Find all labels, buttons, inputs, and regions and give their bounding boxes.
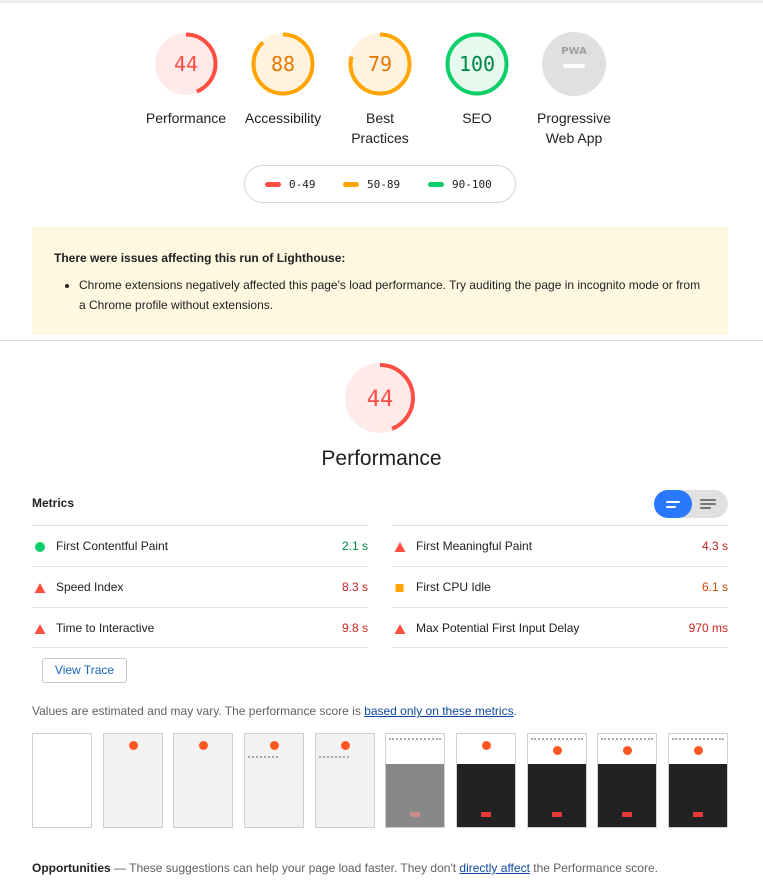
average-square-icon xyxy=(395,584,404,592)
warning-title: There were issues affecting this run of … xyxy=(54,251,346,265)
gauge-score: 79 xyxy=(368,52,392,76)
filmstrip-frame xyxy=(244,733,304,828)
opportunities-header: Opportunities — These suggestions can he… xyxy=(32,861,658,875)
gauge-label: Progressive Web App xyxy=(514,108,634,148)
fail-triangle-icon xyxy=(34,624,46,634)
pass-circle-icon xyxy=(35,542,45,552)
metrics-scoring-link[interactable]: based only on these metrics xyxy=(364,704,513,718)
gauge-pwa[interactable]: PWA Progressive Web App xyxy=(514,31,634,148)
warning-item: Chrome extensions negatively affected th… xyxy=(79,275,706,315)
filmstrip-frame xyxy=(103,733,163,828)
filmstrip-frame xyxy=(173,733,233,828)
metric-name: First Contentful Paint xyxy=(56,539,169,553)
performance-gauge: 44 xyxy=(330,361,430,435)
top-border xyxy=(0,0,763,3)
gauge-label-line: Practices xyxy=(351,130,409,146)
metric-value: 2.1 s xyxy=(341,539,368,553)
metric-max-potential-fid: Max Potential First Input Delay 970 ms xyxy=(392,607,728,648)
legend-swatch xyxy=(265,181,281,187)
gauge-score: 88 xyxy=(271,52,295,76)
score-legend: 0-49 50-89 90-100 xyxy=(244,165,516,203)
gauge-ring: 79 xyxy=(348,32,412,96)
metric-name: Max Potential First Input Delay xyxy=(416,621,580,635)
gauge-ring: 100 xyxy=(445,32,509,96)
metric-first-cpu-idle: First CPU Idle 6.1 s xyxy=(392,566,728,607)
gauge-ring: 88 xyxy=(251,32,315,96)
pwa-badge-icon: PWA xyxy=(542,32,606,96)
legend-range: 90-100 xyxy=(452,178,492,191)
legend-range: 0-49 xyxy=(289,178,316,191)
runtime-warning: There were issues affecting this run of … xyxy=(32,227,728,335)
metrics-heading: Metrics xyxy=(32,496,75,510)
metric-value: 4.3 s xyxy=(701,539,728,553)
gauge-ring: 44 xyxy=(154,32,218,96)
warning-list: Chrome extensions negatively affected th… xyxy=(54,275,706,315)
legend-swatch xyxy=(428,181,444,187)
metric-time-to-interactive: Time to Interactive 9.8 s xyxy=(32,607,368,648)
gauge-label-line: Web App xyxy=(545,130,603,146)
fail-triangle-icon xyxy=(34,583,46,593)
gauge-score: 100 xyxy=(459,52,495,76)
filmstrip-frame xyxy=(315,733,375,828)
note-text: Values are estimated and may vary. The p… xyxy=(32,704,365,718)
filmstrip-frame xyxy=(527,733,587,828)
pwa-badge-text: PWA xyxy=(561,46,587,57)
view-trace-button[interactable]: View Trace xyxy=(42,658,127,683)
legend-range: 50-89 xyxy=(367,178,401,191)
metric-value: 6.1 s xyxy=(701,580,728,594)
legend-item-average: 50-89 xyxy=(343,178,400,192)
legend-item-pass: 90-100 xyxy=(428,178,492,192)
metric-first-contentful-paint: First Contentful Paint 2.1 s xyxy=(32,525,368,566)
metric-speed-index: Speed Index 8.3 s xyxy=(32,566,368,607)
note-end: . xyxy=(513,704,517,718)
performance-title: Performance xyxy=(321,447,442,470)
filmstrip-frame xyxy=(32,733,92,828)
filmstrip-frame xyxy=(597,733,657,828)
gauge-score: 44 xyxy=(174,52,198,76)
section-divider xyxy=(0,340,763,341)
filmstrip-frame xyxy=(385,733,445,828)
metrics-view-toggle[interactable] xyxy=(654,490,728,518)
legend-swatch xyxy=(343,181,359,187)
metric-value: 8.3 s xyxy=(341,580,368,594)
performance-score: 44 xyxy=(367,387,394,412)
metrics-column-right: First Meaningful Paint 4.3 s First CPU I… xyxy=(392,525,728,648)
fail-triangle-icon xyxy=(394,542,406,552)
metrics-column-left: First Contentful Paint 2.1 s Speed Index… xyxy=(32,525,368,648)
expanded-view-toggle[interactable] xyxy=(692,490,728,518)
opportunities-title: Opportunities xyxy=(32,861,111,875)
compact-view-toggle[interactable] xyxy=(654,490,692,518)
metric-name: Time to Interactive xyxy=(56,621,155,635)
metric-first-meaningful-paint: First Meaningful Paint 4.3 s xyxy=(392,525,728,566)
metric-value: 970 ms xyxy=(688,621,728,635)
legend-item-fail: 0-49 xyxy=(265,178,316,192)
fail-triangle-icon xyxy=(394,624,406,634)
metric-name: First Meaningful Paint xyxy=(416,539,533,553)
metric-name: First CPU Idle xyxy=(416,580,491,594)
opportunities-text: — These suggestions can help your page l… xyxy=(110,861,460,875)
metric-name: Speed Index xyxy=(56,580,124,594)
filmstrip-frame xyxy=(456,733,516,828)
gauge-label-line: Progressive xyxy=(537,110,611,126)
opportunities-end: the Performance score. xyxy=(529,861,658,875)
filmstrip-frame xyxy=(668,733,728,828)
metric-value: 9.8 s xyxy=(341,621,368,635)
estimate-note: Values are estimated and may vary. The p… xyxy=(32,704,517,718)
directly-affect-link[interactable]: directly affect xyxy=(459,861,529,875)
performance-gauge-ring: 44 xyxy=(345,363,415,433)
